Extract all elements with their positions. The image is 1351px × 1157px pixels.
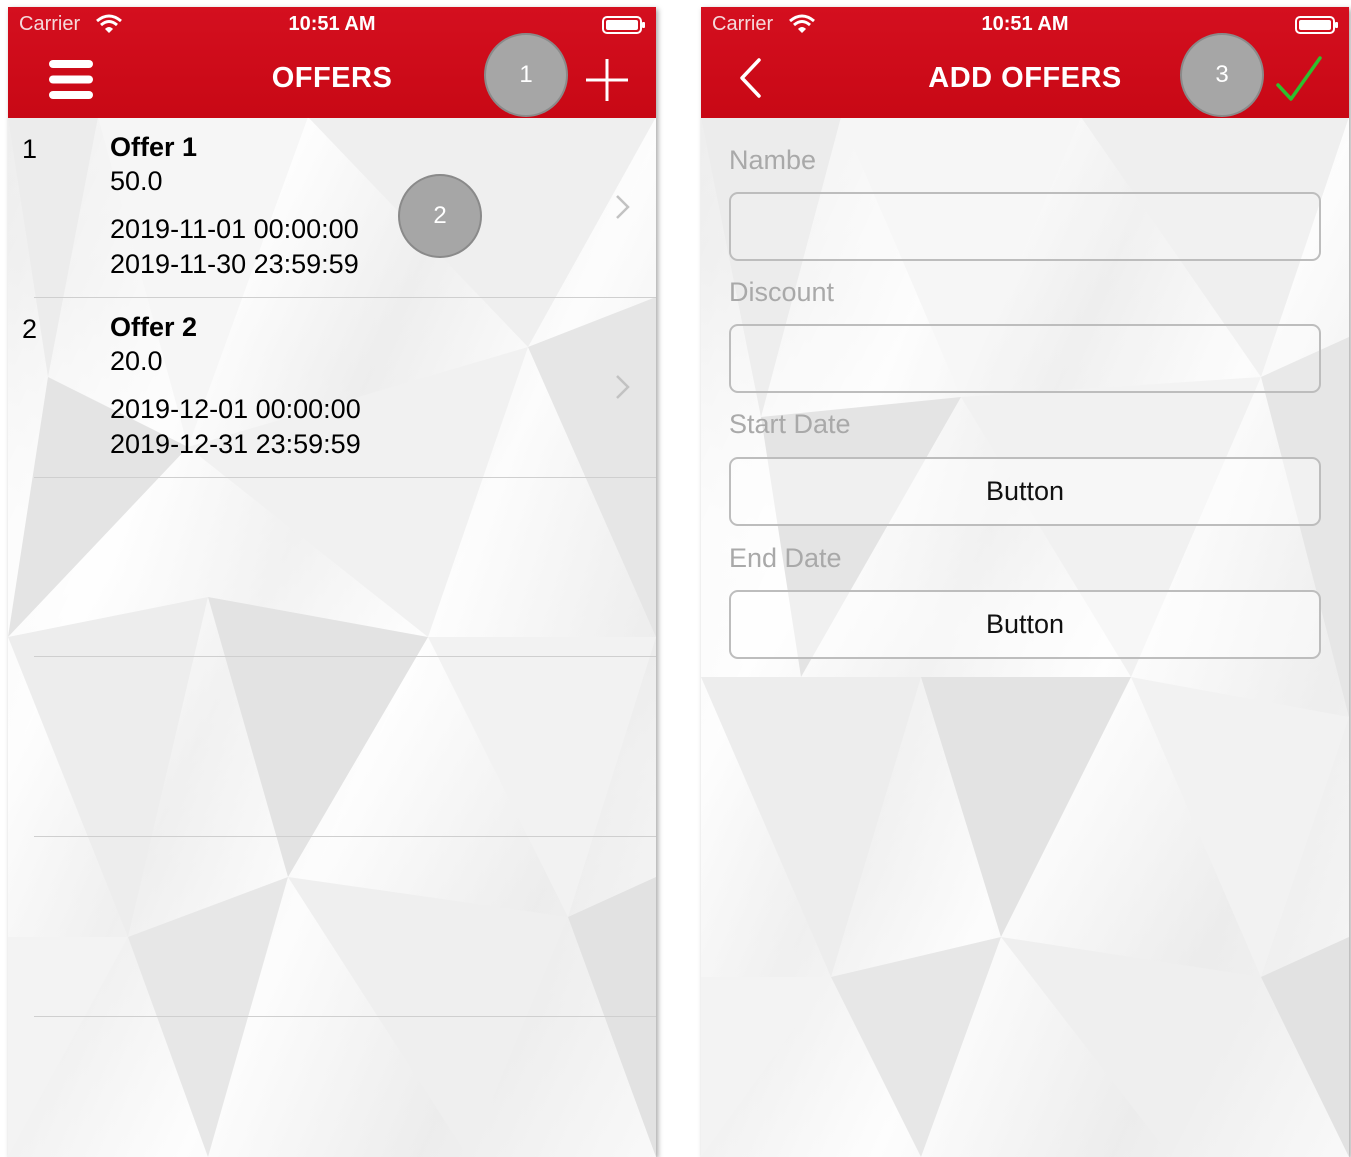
empty-row-divider xyxy=(34,836,656,837)
name-label: Nambe xyxy=(729,145,817,175)
offer-name: Offer 1 xyxy=(110,132,198,162)
offer-end-date: 2019-12-31 23:59:59 xyxy=(110,429,361,459)
offer-discount: 20.0 xyxy=(110,346,163,376)
annotation-marker-1: 1 xyxy=(484,33,568,117)
offer-row[interactable]: 1 Offer 1 50.0 2019-11-01 00:00:00 2019-… xyxy=(8,118,656,298)
chevron-right-icon xyxy=(616,195,630,219)
checkmark-icon[interactable] xyxy=(1275,55,1323,103)
offer-start-date: 2019-12-01 00:00:00 xyxy=(110,394,361,424)
battery-icon xyxy=(602,16,645,34)
battery-icon xyxy=(1295,16,1338,34)
offer-start-date: 2019-11-01 00:00:00 xyxy=(110,214,359,244)
discount-field[interactable] xyxy=(729,324,1321,393)
offer-end-date: 2019-11-30 23:59:59 xyxy=(110,249,359,279)
end-date-label: End Date xyxy=(729,543,842,573)
end-date-button[interactable]: Button xyxy=(729,590,1321,659)
add-offer-screen: Carrier 10:51 AM ADD OFFERS 3 Nambe Disc… xyxy=(701,7,1349,1157)
empty-row-divider xyxy=(34,656,656,657)
annotation-marker-3: 3 xyxy=(1180,33,1264,117)
chevron-right-icon xyxy=(616,375,630,399)
status-time: 10:51 AM xyxy=(288,13,376,35)
offer-index: 2 xyxy=(22,314,38,344)
status-time: 10:51 AM xyxy=(981,13,1069,35)
start-date-button[interactable]: Button xyxy=(729,457,1321,526)
discount-label: Discount xyxy=(729,277,835,307)
offers-screen: Carrier 10:51 AM OFFERS 1 1 Offer 1 50.0… xyxy=(8,7,656,1157)
offer-index: 1 xyxy=(22,134,38,164)
offer-name: Offer 2 xyxy=(110,312,198,342)
plus-icon[interactable] xyxy=(586,59,628,101)
annotation-marker-2: 2 xyxy=(398,174,482,258)
name-field[interactable] xyxy=(729,192,1321,261)
start-date-label: Start Date xyxy=(729,409,851,439)
offer-discount: 50.0 xyxy=(110,166,163,196)
row-divider xyxy=(34,477,656,478)
empty-row-divider xyxy=(34,1016,656,1017)
offer-row[interactable]: 2 Offer 2 20.0 2019-12-01 00:00:00 2019-… xyxy=(8,298,656,478)
